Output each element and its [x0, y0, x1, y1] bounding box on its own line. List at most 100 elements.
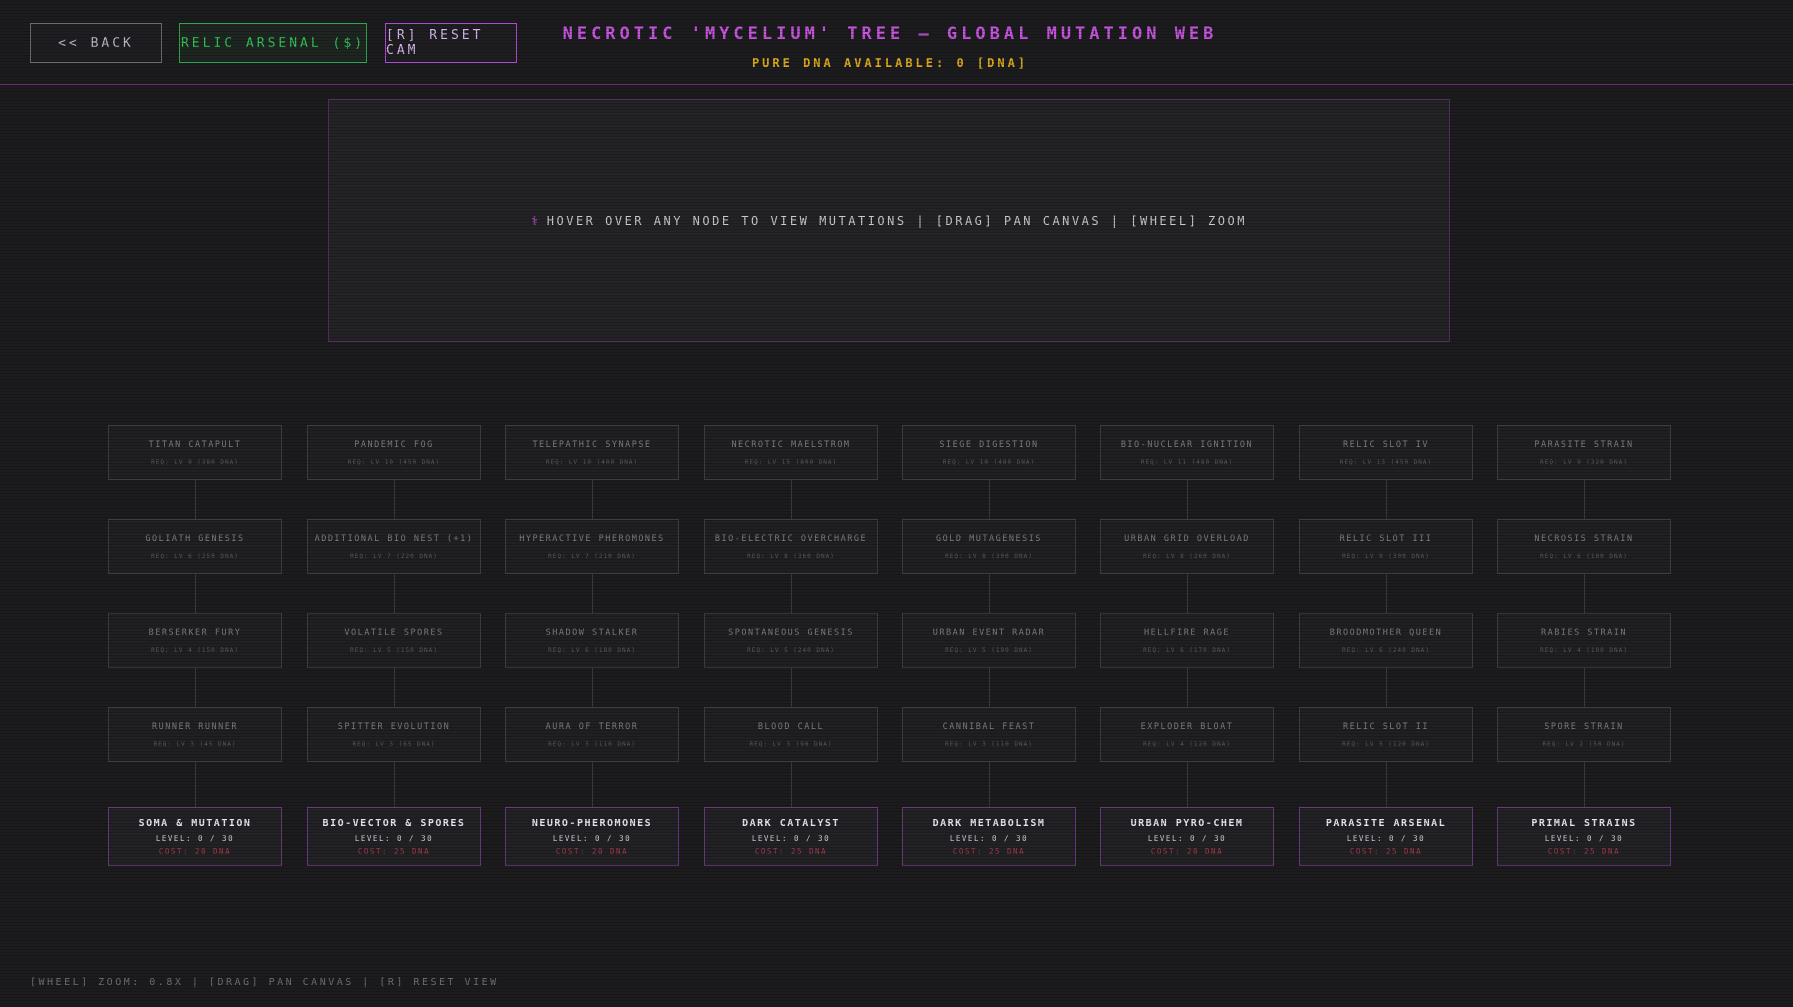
- mutation-node-requirement: REQ: LV 5 (240 DNA): [747, 646, 835, 654]
- mutation-node[interactable]: GOLD MUTAGENESIS REQ: LV 8 (300 DNA): [902, 519, 1076, 574]
- mutation-node[interactable]: TITAN CATAPULT REQ: LV 9 (380 DNA): [108, 425, 282, 480]
- mutation-node-name: HELLFIRE RAGE: [1143, 627, 1231, 638]
- mutation-node-name: AURA OF TERROR: [545, 721, 639, 732]
- branch-root-level: LEVEL: 0 / 30: [354, 833, 434, 843]
- branch-root-node[interactable]: DARK METABOLISM LEVEL: 0 / 30 COST: 25 DNA: [902, 807, 1076, 866]
- tree-connector: [791, 574, 792, 613]
- tree-connector: [195, 574, 196, 613]
- mutation-node[interactable]: RELIC SLOT II REQ: LV 5 (120 DNA): [1299, 707, 1473, 762]
- branch-root-node[interactable]: URBAN PYRO-CHEM LEVEL: 0 / 30 COST: 20 DNA: [1100, 807, 1274, 866]
- mutation-node[interactable]: BIO-NUCLEAR IGNITION REQ: LV 11 (480 DNA): [1100, 425, 1274, 480]
- mutation-node[interactable]: SHADOW STALKER REQ: LV 6 (180 DNA): [505, 613, 679, 668]
- tree-connector: [1386, 574, 1387, 613]
- mutation-node[interactable]: SPONTANEOUS GENESIS REQ: LV 5 (240 DNA): [704, 613, 878, 668]
- mutation-node-requirement: REQ: LV 9 (320 DNA): [1540, 458, 1628, 466]
- branch-root-name: PRIMAL STRAINS: [1531, 817, 1637, 829]
- mutation-node-requirement: REQ: LV 6 (180 DNA): [1540, 552, 1628, 560]
- mutation-node-name: PARASITE STRAIN: [1534, 439, 1634, 450]
- footer-controls-hint: [WHEEL] ZOOM: 0.8X | [DRAG] PAN CANVAS |…: [30, 977, 499, 988]
- tree-connector: [1187, 480, 1188, 519]
- mutation-node[interactable]: BROODMOTHER QUEEN REQ: LV 6 (240 DNA): [1299, 613, 1473, 668]
- mutation-node[interactable]: CANNIBAL FEAST REQ: LV 3 (110 DNA): [902, 707, 1076, 762]
- mutation-node-name: NECROSIS STRAIN: [1534, 533, 1634, 544]
- mutation-node-name: GOLIATH GENESIS: [145, 533, 245, 544]
- mutation-node-name: SPITTER EVOLUTION: [337, 721, 451, 732]
- mutation-node[interactable]: VOLATILE SPORES REQ: LV 5 (150 DNA): [307, 613, 481, 668]
- mutation-node[interactable]: BERSERKER FURY REQ: LV 4 (150 DNA): [108, 613, 282, 668]
- mutation-node[interactable]: SPITTER EVOLUTION REQ: LV 3 (65 DNA): [307, 707, 481, 762]
- branch-root-name: NEURO-PHEROMONES: [531, 817, 653, 829]
- mutation-node-name: PANDEMIC FOG: [354, 439, 434, 450]
- mutation-node[interactable]: BLOOD CALL REQ: LV 3 (90 DNA): [704, 707, 878, 762]
- branch-root-cost: COST: 20 DNA: [555, 846, 629, 856]
- mutation-node-name: SHADOW STALKER: [545, 627, 639, 638]
- mutation-node-requirement: REQ: LV 7 (220 DNA): [350, 552, 438, 560]
- tree-connector: [592, 668, 593, 707]
- branch-root-level: LEVEL: 0 / 30: [552, 833, 632, 843]
- tree-connector: [195, 762, 196, 807]
- tree-connector: [791, 480, 792, 519]
- tree-connector: [394, 668, 395, 707]
- mutation-node[interactable]: GOLIATH GENESIS REQ: LV 6 (250 DNA): [108, 519, 282, 574]
- mutation-node[interactable]: SIEGE DIGESTION REQ: LV 10 (480 DNA): [902, 425, 1076, 480]
- branch-root-cost: COST: 25 DNA: [357, 846, 431, 856]
- tree-connector: [394, 574, 395, 613]
- mutation-node[interactable]: NECROTIC MAELSTROM REQ: LV 15 (800 DNA): [704, 425, 878, 480]
- branch-root-level: LEVEL: 0 / 30: [949, 833, 1029, 843]
- mutation-node-requirement: REQ: LV 4 (100 DNA): [1540, 646, 1628, 654]
- mutation-node[interactable]: TELEPATHIC SYNAPSE REQ: LV 10 (400 DNA): [505, 425, 679, 480]
- mutation-node[interactable]: BIO-ELECTRIC OVERCHARGE REQ: LV 8 (360 DN…: [704, 519, 878, 574]
- mutation-node[interactable]: ADDITIONAL BIO NEST (+1) REQ: LV 7 (220 D…: [307, 519, 481, 574]
- branch-root-node[interactable]: PARASITE ARSENAL LEVEL: 0 / 30 COST: 25 DN…: [1299, 807, 1473, 866]
- mutation-tree-canvas[interactable]: RUNNER RUNNER REQ: LV 3 (45 DNA) BERSERKER…: [0, 0, 1793, 1007]
- mutation-node-name: RELIC SLOT II: [1342, 721, 1430, 732]
- mutation-node-requirement: REQ: LV 3 (90 DNA): [749, 740, 833, 748]
- mutation-node-name: GOLD MUTAGENESIS: [936, 533, 1042, 544]
- tree-connector: [1584, 574, 1585, 613]
- branch-root-node[interactable]: BIO-VECTOR & SPORES LEVEL: 0 / 30 COST: 25…: [307, 807, 481, 866]
- mutation-node[interactable]: PANDEMIC FOG REQ: LV 10 (450 DNA): [307, 425, 481, 480]
- tree-connector: [1386, 480, 1387, 519]
- mutation-node[interactable]: RELIC SLOT III REQ: LV 9 (300 DNA): [1299, 519, 1473, 574]
- mutation-node[interactable]: RABIES STRAIN REQ: LV 4 (100 DNA): [1497, 613, 1671, 668]
- branch-root-level: LEVEL: 0 / 30: [751, 833, 831, 843]
- mutation-node[interactable]: HELLFIRE RAGE REQ: LV 6 (170 DNA): [1100, 613, 1274, 668]
- branch-root-node[interactable]: PRIMAL STRAINS LEVEL: 0 / 30 COST: 25 DNA: [1497, 807, 1671, 866]
- mutation-node-requirement: REQ: LV 4 (150 DNA): [151, 646, 239, 654]
- branch-root-node[interactable]: NEURO-PHEROMONES LEVEL: 0 / 30 COST: 20 DN…: [505, 807, 679, 866]
- mutation-node[interactable]: HYPERACTIVE PHEROMONES REQ: LV 7 (210 DNA…: [505, 519, 679, 574]
- mutation-node[interactable]: URBAN EVENT RADAR REQ: LV 5 (190 DNA): [902, 613, 1076, 668]
- mutation-node[interactable]: SPORE STRAIN REQ: LV 2 (50 DNA): [1497, 707, 1671, 762]
- tree-connector: [195, 668, 196, 707]
- mutation-node[interactable]: EXPLODER BLOAT REQ: LV 4 (120 DNA): [1100, 707, 1274, 762]
- mutation-node[interactable]: PARASITE STRAIN REQ: LV 9 (320 DNA): [1497, 425, 1671, 480]
- mutation-node[interactable]: RUNNER RUNNER REQ: LV 3 (45 DNA): [108, 707, 282, 762]
- mutation-node[interactable]: RELIC SLOT IV REQ: LV 13 (450 DNA): [1299, 425, 1473, 480]
- mutation-node-requirement: REQ: LV 6 (180 DNA): [548, 646, 636, 654]
- mutation-node-name: SIEGE DIGESTION: [939, 439, 1039, 450]
- mutation-node-name: EXPLODER BLOAT: [1140, 721, 1234, 732]
- branch-root-node[interactable]: SOMA & MUTATION LEVEL: 0 / 30 COST: 20 DNA: [108, 807, 282, 866]
- mutation-node-requirement: REQ: LV 13 (450 DNA): [1339, 458, 1433, 466]
- mutation-node-name: RUNNER RUNNER: [151, 721, 239, 732]
- branch-root-cost: COST: 25 DNA: [1547, 846, 1621, 856]
- mutation-node[interactable]: AURA OF TERROR REQ: LV 3 (110 DNA): [505, 707, 679, 762]
- tree-connector: [1584, 762, 1585, 807]
- mutation-node-requirement: REQ: LV 11 (480 DNA): [1140, 458, 1234, 466]
- tree-connector: [1584, 668, 1585, 707]
- mutation-node-name: SPORE STRAIN: [1544, 721, 1624, 732]
- mutation-node-requirement: REQ: LV 10 (400 DNA): [545, 458, 639, 466]
- tree-connector: [1187, 762, 1188, 807]
- mutation-node-requirement: REQ: LV 5 (150 DNA): [350, 646, 438, 654]
- mutation-node-name: RABIES STRAIN: [1540, 627, 1628, 638]
- branch-root-node[interactable]: DARK CATALYST LEVEL: 0 / 30 COST: 25 DNA: [704, 807, 878, 866]
- mutation-node-requirement: REQ: LV 3 (45 DNA): [153, 740, 237, 748]
- branch-root-level: LEVEL: 0 / 30: [1147, 833, 1227, 843]
- mutation-node-requirement: REQ: LV 8 (260 DNA): [1143, 552, 1231, 560]
- mutation-node[interactable]: URBAN GRID OVERLOAD REQ: LV 8 (260 DNA): [1100, 519, 1274, 574]
- mutation-node-requirement: REQ: LV 7 (210 DNA): [548, 552, 636, 560]
- tree-connector: [394, 762, 395, 807]
- mutation-node-name: NECROTIC MAELSTROM: [731, 439, 851, 450]
- mutation-node[interactable]: NECROSIS STRAIN REQ: LV 6 (180 DNA): [1497, 519, 1671, 574]
- mutation-node-name: HYPERACTIVE PHEROMONES: [519, 533, 665, 544]
